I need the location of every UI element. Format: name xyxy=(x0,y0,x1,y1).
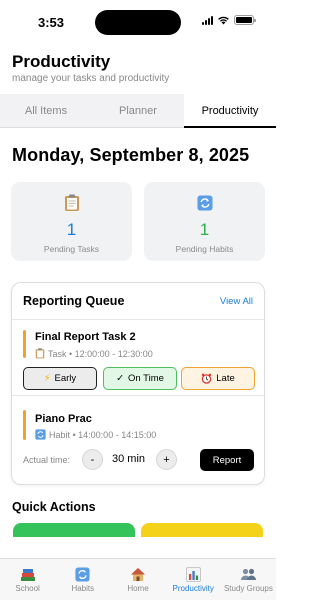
late-label: Late xyxy=(216,373,235,384)
check-icon: ✓ xyxy=(116,373,125,384)
actual-time-label: Actual time: xyxy=(23,455,71,465)
pending-habits-label: Pending Habits xyxy=(175,244,234,254)
nav-school[interactable]: School xyxy=(0,559,55,600)
item-meta-text: Habit • 14:00:00 - 14:15:00 xyxy=(49,429,157,440)
tab-all-items[interactable]: All Items xyxy=(0,94,92,127)
refresh-icon xyxy=(75,567,90,582)
people-icon xyxy=(240,568,256,580)
item-accent-bar xyxy=(23,330,26,358)
nav-home-label: Home xyxy=(127,584,149,593)
pending-tasks-count: 1 xyxy=(66,220,77,239)
pending-habits-card[interactable]: 1 Pending Habits xyxy=(144,182,265,261)
status-time: 3:53 xyxy=(38,15,65,30)
lightning-icon: ⚡ xyxy=(43,373,51,384)
battery-level xyxy=(236,17,252,23)
queue-header: Reporting Queue View All xyxy=(12,283,264,320)
nav-study-groups[interactable]: Study Groups xyxy=(221,559,276,600)
clipboard-icon xyxy=(64,194,79,211)
bar-chart-icon xyxy=(185,567,201,582)
tab-bar: All Items Planner Productivity xyxy=(0,94,276,128)
clipboard-icon xyxy=(35,348,45,359)
late-button[interactable]: Late xyxy=(181,367,255,390)
tab-productivity[interactable]: Productivity xyxy=(184,94,276,128)
quick-action-tile[interactable] xyxy=(13,523,135,537)
quick-action-tile[interactable] xyxy=(141,523,263,537)
nav-habits[interactable]: Habits xyxy=(55,559,110,600)
dynamic-island xyxy=(95,10,181,35)
nav-school-label: School xyxy=(15,584,40,593)
on-time-label: On Time xyxy=(128,373,164,384)
status-icons xyxy=(202,15,256,25)
reporting-queue-card: Reporting Queue View All Final Report Ta… xyxy=(11,282,265,485)
item-title: Piano Prac xyxy=(35,413,92,425)
item-meta-text: Task • 12:00:00 - 12:30:00 xyxy=(48,348,153,359)
status-bar: 3:53 xyxy=(0,0,276,44)
books-icon xyxy=(20,569,35,581)
refresh-icon xyxy=(196,195,213,211)
tab-planner[interactable]: Planner xyxy=(92,94,184,127)
pending-tasks-card[interactable]: 1 Pending Tasks xyxy=(11,182,132,261)
wifi-icon xyxy=(218,16,229,25)
early-label: Early xyxy=(54,373,77,384)
report-button[interactable]: Report xyxy=(200,449,254,471)
early-button[interactable]: ⚡ Early xyxy=(23,367,97,390)
increment-button[interactable]: + xyxy=(156,449,177,470)
refresh-icon xyxy=(35,429,46,440)
actual-time-value: 30 min xyxy=(112,453,146,465)
item-meta: Task • 12:00:00 - 12:30:00 xyxy=(35,348,153,359)
nav-home[interactable]: Home xyxy=(110,559,165,600)
item-meta: Habit • 14:00:00 - 14:15:00 xyxy=(35,429,156,440)
nav-productivity-label: Productivity xyxy=(172,584,214,593)
page-title: Productivity xyxy=(12,52,111,71)
nav-productivity[interactable]: Productivity xyxy=(166,559,221,600)
battery-icon xyxy=(234,15,256,25)
on-time-button[interactable]: ✓ On Time xyxy=(103,367,177,390)
item-accent-bar xyxy=(23,410,26,440)
nav-habits-label: Habits xyxy=(71,584,95,593)
quick-actions-title: Quick Actions xyxy=(12,500,96,514)
pending-habits-count: 1 xyxy=(199,220,210,239)
date-heading: Monday, September 8, 2025 xyxy=(12,145,250,165)
view-all-link[interactable]: View All xyxy=(220,296,253,307)
queue-title: Reporting Queue xyxy=(23,294,125,308)
item-title: Final Report Task 2 xyxy=(35,331,136,343)
page-subtitle: manage your tasks and productivity xyxy=(12,73,170,84)
bottom-nav: School Habits Home Productivity Study Gr… xyxy=(0,558,276,600)
house-icon xyxy=(131,568,145,581)
decrement-button[interactable]: - xyxy=(82,449,103,470)
alarm-clock-icon xyxy=(201,373,212,384)
nav-study-groups-label: Study Groups xyxy=(223,584,273,593)
signal-icon xyxy=(202,15,213,25)
pending-tasks-label: Pending Tasks xyxy=(43,244,100,254)
